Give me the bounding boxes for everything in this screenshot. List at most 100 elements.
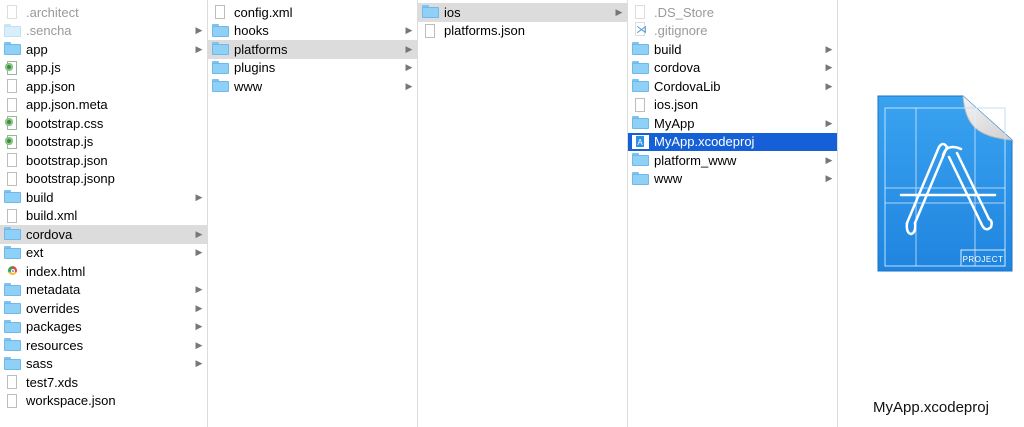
list-item[interactable]: app.js (0, 59, 207, 78)
column-1[interactable]: .architect .sencha ▶ app ▶ app.js app.json app.… (0, 0, 208, 427)
item-label: MyApp (654, 115, 695, 131)
folder-icon (422, 5, 439, 19)
folder-icon (4, 42, 21, 56)
folder-icon (632, 42, 649, 56)
folder-icon (4, 190, 21, 204)
item-label: resources (26, 337, 84, 353)
folder-icon (632, 116, 649, 130)
folder-icon (4, 356, 21, 371)
list-item[interactable]: sass ▶ (0, 355, 207, 374)
item-label: app.js (26, 60, 61, 76)
disclosure-arrow-icon: ▶ (405, 43, 413, 54)
item-label: CordovaLib (654, 78, 721, 94)
list-item[interactable]: ext ▶ (0, 244, 207, 263)
folder-icon (212, 42, 229, 56)
list-item[interactable]: platform_www ▶ (628, 151, 837, 170)
item-label: cordova (654, 60, 701, 76)
file-icon (422, 23, 439, 38)
folder-icon (4, 338, 21, 352)
list-item[interactable]: index.html (0, 262, 207, 281)
file-icon (632, 97, 649, 112)
item-label: build (654, 41, 682, 57)
item-label: index.html (26, 263, 86, 279)
disclosure-arrow-icon: ▶ (195, 321, 203, 332)
item-label: ios (444, 4, 461, 20)
list-item[interactable]: workspace.json (0, 392, 207, 411)
item-label: plugins (234, 60, 276, 76)
list-item[interactable]: build ▶ (628, 40, 837, 59)
list-item[interactable]: bootstrap.jsonp (0, 170, 207, 189)
column-2[interactable]: config.xml hooks ▶ platforms ▶ plugins ▶ www ▶ (208, 0, 418, 427)
xcode-project-icon[interactable]: PROJECT (877, 95, 1013, 275)
list-item[interactable]: packages ▶ (0, 318, 207, 337)
item-label: bootstrap.js (26, 134, 94, 150)
list-item[interactable]: platforms ▶ (208, 40, 417, 59)
folder-icon (212, 60, 229, 75)
item-label: cordova (26, 226, 73, 242)
project-badge: PROJECT (963, 255, 1004, 264)
list-item[interactable]: cordova ▶ (628, 59, 837, 78)
list-item[interactable]: MyApp ▶ (628, 114, 837, 133)
list-item[interactable]: www ▶ (628, 170, 837, 189)
list-item[interactable]: config.xml (208, 3, 417, 22)
preview-filename: MyApp.xcodeproj (873, 399, 989, 416)
disclosure-arrow-icon: ▶ (195, 284, 203, 295)
list-item[interactable]: bootstrap.css (0, 114, 207, 133)
list-item[interactable]: overrides ▶ (0, 299, 207, 318)
list-item[interactable]: .architect (0, 3, 207, 22)
list-item[interactable]: resources ▶ (0, 336, 207, 355)
file-icon (4, 97, 21, 112)
chrome-icon (4, 264, 21, 278)
list-item[interactable]: .sencha ▶ (0, 22, 207, 41)
list-item[interactable]: ios ▶ (418, 3, 627, 22)
list-item[interactable]: app.json.meta (0, 96, 207, 115)
item-label: hooks (234, 23, 269, 39)
disclosure-arrow-icon: ▶ (825, 43, 833, 54)
list-item[interactable]: platforms.json (418, 22, 627, 41)
file-icon (4, 375, 21, 390)
item-label: .sencha (26, 23, 72, 39)
disclosure-arrow-icon: ▶ (195, 247, 203, 258)
item-label: platforms.json (444, 23, 525, 39)
list-item[interactable]: hooks ▶ (208, 22, 417, 41)
folder-icon (212, 79, 229, 93)
list-item[interactable]: cordova ▶ (0, 225, 207, 244)
item-label: app.json (26, 78, 76, 94)
folder-icon (4, 23, 21, 38)
column-3[interactable]: ios ▶ platforms.json (418, 0, 628, 427)
item-label: bootstrap.json (26, 152, 108, 168)
list-item[interactable]: MyApp.xcodeproj (628, 132, 837, 151)
disclosure-arrow-icon: ▶ (825, 154, 833, 165)
file-icon (4, 171, 21, 186)
column-4[interactable]: .DS_Store.gitignorebuild▶cordova▶Cordova… (628, 0, 838, 427)
item-label: build (26, 189, 54, 205)
file-icon (4, 393, 21, 408)
list-item[interactable]: CordovaLib ▶ (628, 77, 837, 96)
list-item[interactable]: plugins ▶ (208, 59, 417, 78)
item-label: sass (26, 356, 53, 372)
list-item[interactable]: build ▶ (0, 188, 207, 207)
list-item[interactable]: bootstrap.json (0, 151, 207, 170)
item-label: platforms (234, 41, 288, 57)
folder-icon (4, 319, 21, 334)
disclosure-arrow-icon: ▶ (195, 339, 203, 350)
script-file-icon (4, 116, 21, 131)
folder-icon (632, 60, 649, 75)
folder-icon (212, 23, 229, 38)
list-item[interactable]: .DS_Store (628, 3, 837, 22)
item-label: www (234, 78, 263, 94)
list-item[interactable]: app.json (0, 77, 207, 96)
item-label: .DS_Store (654, 4, 714, 20)
list-item[interactable]: app ▶ (0, 40, 207, 59)
list-item[interactable]: build.xml (0, 207, 207, 226)
list-item[interactable]: bootstrap.js (0, 133, 207, 152)
list-item[interactable]: ios.json (628, 96, 837, 115)
item-label: overrides (26, 300, 80, 316)
disclosure-arrow-icon: ▶ (195, 228, 203, 239)
list-item[interactable]: test7.xds (0, 373, 207, 392)
disclosure-arrow-icon: ▶ (405, 80, 413, 91)
list-item[interactable]: metadata ▶ (0, 281, 207, 300)
list-item[interactable]: .gitignore (628, 21, 837, 41)
item-label: MyApp.xcodeproj (654, 134, 755, 150)
list-item[interactable]: www ▶ (208, 77, 417, 96)
